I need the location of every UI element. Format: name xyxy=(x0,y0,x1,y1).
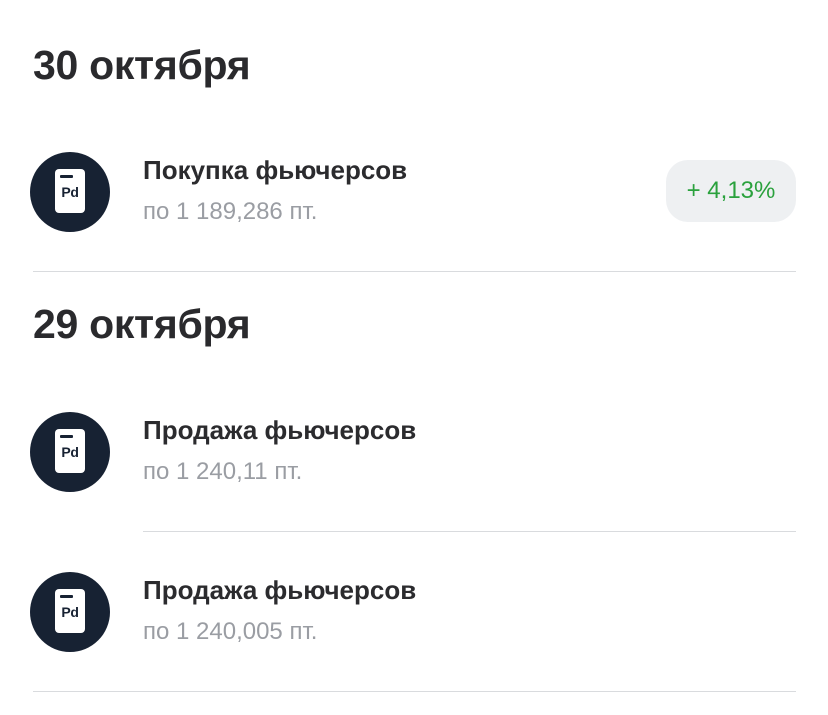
operation-row[interactable]: Pd Продажа фьючерсов по 1 240,11 пт. xyxy=(0,410,828,494)
date-header: 29 октября xyxy=(33,301,251,347)
operations-list: 30 октября Pd Покупка фьючерсов по 1 189… xyxy=(0,0,828,715)
instrument-ticker: Pd xyxy=(61,604,79,620)
pd-document-icon: Pd xyxy=(55,429,85,473)
operation-price: по 1 189,286 пт. xyxy=(143,198,318,225)
operation-row[interactable]: Pd Продажа фьючерсов по 1 240,005 пт. xyxy=(0,570,828,654)
instrument-avatar: Pd xyxy=(30,152,110,232)
instrument-ticker: Pd xyxy=(61,444,79,460)
divider xyxy=(33,691,796,692)
divider xyxy=(33,271,796,272)
document-bar xyxy=(60,435,73,438)
operation-price: по 1 240,11 пт. xyxy=(143,458,303,485)
pd-document-icon: Pd xyxy=(55,589,85,633)
instrument-avatar: Pd xyxy=(30,572,110,652)
instrument-avatar: Pd xyxy=(30,412,110,492)
operation-title: Продажа фьючерсов xyxy=(143,415,417,445)
divider xyxy=(143,531,796,532)
pd-document-icon: Pd xyxy=(55,169,85,213)
instrument-ticker: Pd xyxy=(61,184,79,200)
date-header: 30 октября xyxy=(33,42,251,88)
change-badge: + 4,13% xyxy=(666,160,796,222)
document-bar xyxy=(60,595,73,598)
operation-title: Покупка фьючерсов xyxy=(143,155,408,185)
document-bar xyxy=(60,175,73,178)
operation-row[interactable]: Pd Покупка фьючерсов по 1 189,286 пт. + … xyxy=(0,150,828,234)
operation-price: по 1 240,005 пт. xyxy=(143,618,318,645)
operation-title: Продажа фьючерсов xyxy=(143,575,417,605)
